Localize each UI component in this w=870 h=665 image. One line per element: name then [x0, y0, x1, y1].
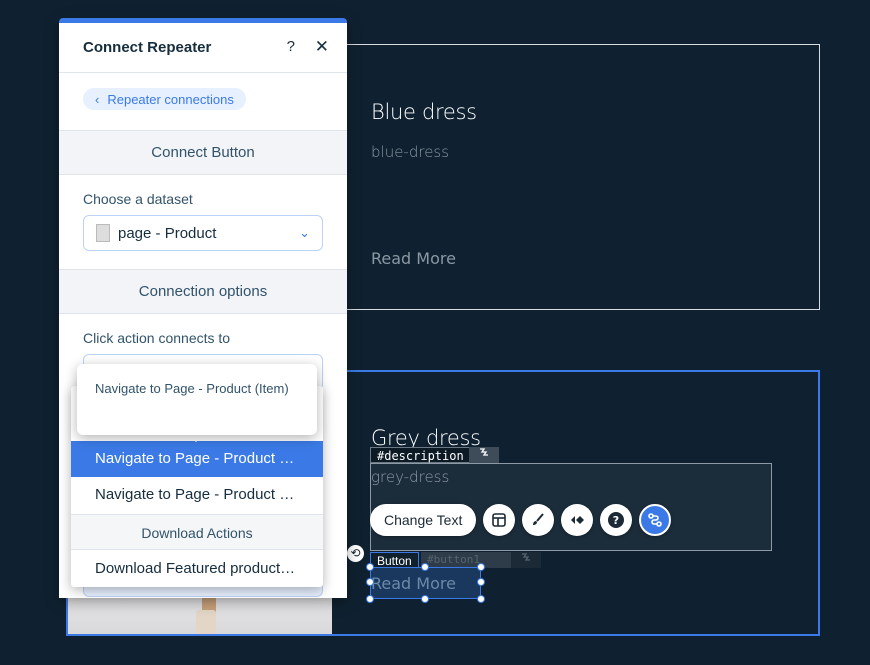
panel-title: Connect Repeater: [83, 39, 212, 56]
resize-handle[interactable]: [477, 595, 485, 603]
button-label: Read More: [371, 574, 456, 593]
image-shoe: [196, 610, 216, 634]
resize-handle[interactable]: [366, 595, 374, 603]
element-toolbar: Change Text ?: [370, 503, 672, 537]
element-id-tag: #description: [370, 447, 471, 463]
element-type-tag: Button: [370, 552, 419, 568]
section-header-connection-options: Connection options: [59, 270, 347, 314]
dropdown-option[interactable]: Navigate to Page - Product (All): [71, 477, 323, 513]
repeater-item-blue-dress[interactable]: Blue dress blue-dress Read More: [330, 44, 820, 310]
dataset-value: page - Product: [118, 224, 217, 242]
dataset-select[interactable]: page - Product ⌄: [83, 215, 323, 251]
help-icon[interactable]: ?: [287, 38, 295, 55]
click-action-label: Click action connects to: [83, 330, 231, 346]
resize-handle[interactable]: [366, 563, 374, 571]
help-icon[interactable]: ?: [600, 504, 633, 536]
resize-handle[interactable]: [421, 595, 429, 603]
animation-icon[interactable]: [561, 504, 594, 536]
design-brush-icon[interactable]: [522, 504, 555, 536]
dataset-label: Choose a dataset: [83, 191, 193, 207]
svg-text:?: ?: [613, 514, 619, 527]
connect-data-icon[interactable]: [639, 504, 672, 536]
resize-handle[interactable]: [366, 578, 374, 586]
resize-handle[interactable]: [477, 578, 485, 586]
panel-header: Connect Repeater ? ✕: [59, 23, 347, 73]
dataset-icon: [96, 224, 110, 242]
resize-handle[interactable]: [421, 563, 429, 571]
close-icon[interactable]: ✕: [315, 37, 329, 57]
item-title[interactable]: Blue dress: [371, 100, 477, 124]
dataset-field: Choose a dataset page - Product ⌄: [59, 175, 347, 270]
dropdown-option[interactable]: Navigate to Page - Product (Item): [71, 441, 323, 477]
back-row: ‹ Repeater connections: [59, 73, 347, 131]
dropdown-option[interactable]: Download Featured product image: [71, 551, 323, 587]
chevron-left-icon: ‹: [95, 91, 100, 107]
back-to-repeater-connections-button[interactable]: ‹ Repeater connections: [83, 88, 246, 110]
connect-data-indicator-icon: [511, 552, 541, 568]
chevron-down-icon: ⌄: [299, 225, 310, 240]
read-more-button[interactable]: Read More: [371, 249, 456, 268]
item-description[interactable]: blue-dress: [371, 143, 449, 161]
element-id-tag: #button1: [421, 552, 511, 568]
dropdown-group-label: Download Actions: [71, 514, 323, 550]
rotate-handle-icon[interactable]: ⟲: [347, 545, 364, 562]
connect-data-indicator-icon: [469, 447, 499, 463]
option-tooltip: Navigate to Page - Product (Item): [77, 364, 317, 435]
resize-handle[interactable]: [477, 563, 485, 571]
back-label: Repeater connections: [107, 91, 234, 107]
layout-icon[interactable]: [483, 504, 516, 536]
section-header-connect-button: Connect Button: [59, 131, 347, 175]
change-text-button[interactable]: Change Text: [370, 504, 477, 536]
